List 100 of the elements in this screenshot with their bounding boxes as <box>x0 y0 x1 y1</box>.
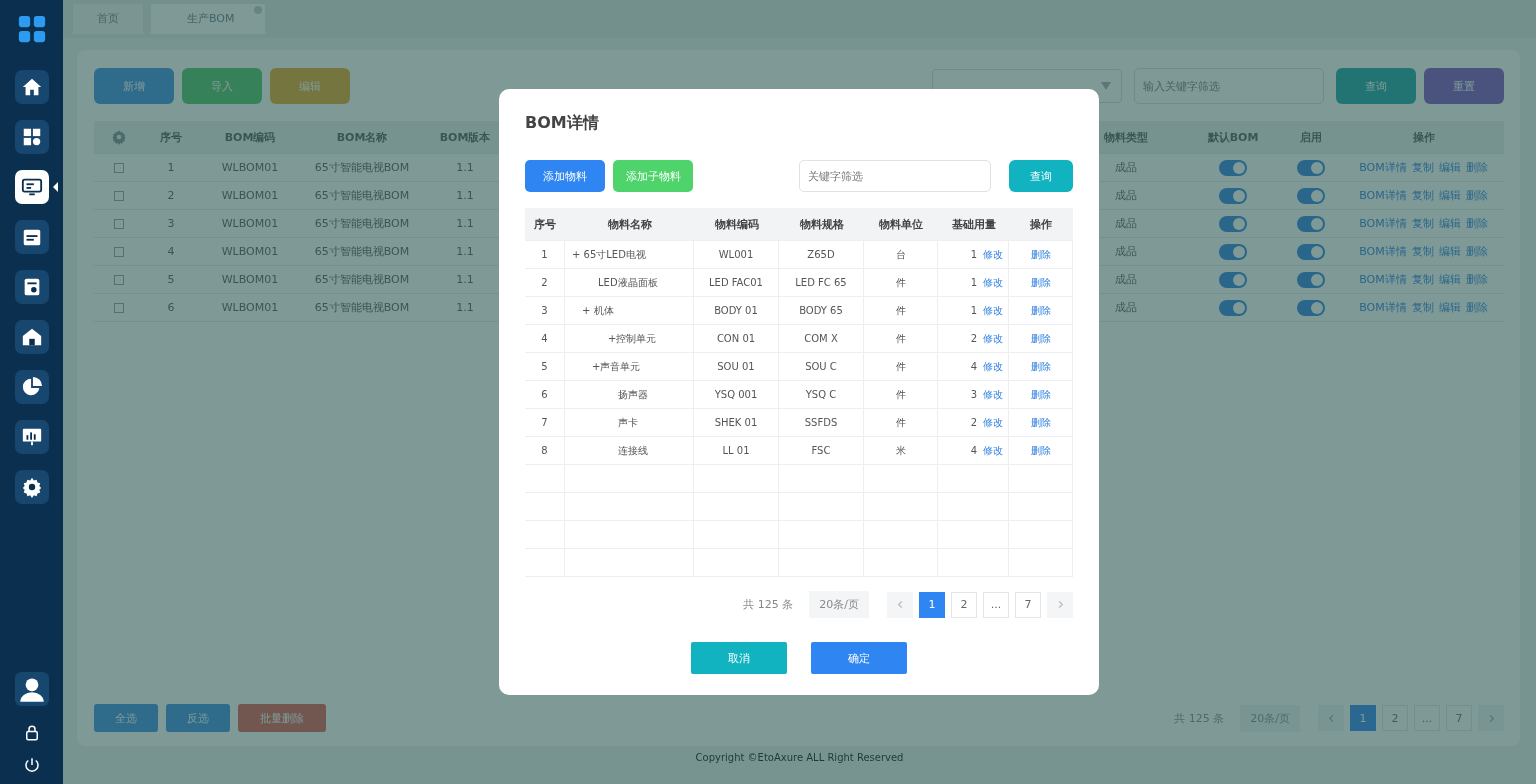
edit-link[interactable]: 修改 <box>983 247 1003 262</box>
settings-icon[interactable] <box>111 129 127 145</box>
previous-page-icon[interactable] <box>1326 713 1336 723</box>
total-count: 共 125 条 <box>743 597 794 612</box>
dialog-button[interactable]: 取消 <box>691 642 787 674</box>
row-action-link[interactable]: 编辑 <box>1438 244 1461 259</box>
toggle-switch[interactable] <box>1219 215 1247 232</box>
column-header: BOM编码 <box>223 129 277 145</box>
query-button[interactable]: 查询 <box>1009 160 1073 192</box>
delete-link[interactable]: 删除 <box>1030 275 1051 290</box>
tree-item[interactable]: 连接线 <box>572 443 648 458</box>
table-cell: YSQ 001 <box>694 381 779 408</box>
table-cell-text: 1.1 <box>455 273 475 286</box>
edit-link[interactable]: 修改 <box>983 387 1003 402</box>
page-button[interactable]: 7 <box>1446 705 1472 731</box>
power-icon[interactable] <box>22 756 41 774</box>
toggle-switch[interactable] <box>1296 299 1325 316</box>
row-action-link[interactable]: 复制 <box>1411 216 1434 231</box>
sidebar-item[interactable] <box>14 170 49 204</box>
delete-link[interactable]: 删除 <box>1030 331 1051 346</box>
sidebar-item[interactable] <box>14 370 49 404</box>
toggle-switch[interactable] <box>1296 243 1325 260</box>
toggle-switch[interactable] <box>1219 299 1247 316</box>
edit-link[interactable]: 修改 <box>983 331 1003 346</box>
row-checkbox[interactable] <box>114 190 124 201</box>
delete-link[interactable]: 删除 <box>1030 359 1051 374</box>
page-button[interactable]: ... <box>1414 705 1440 731</box>
column-header: 物料规格 <box>798 216 845 233</box>
edit-link[interactable]: 修改 <box>983 303 1003 318</box>
row-action-link[interactable]: 复制 <box>1411 272 1434 287</box>
row-action-link[interactable]: 编辑 <box>1438 272 1461 287</box>
toggle-switch[interactable] <box>1296 271 1325 288</box>
row-action-link[interactable]: 删除 <box>1465 160 1488 175</box>
row-action-link[interactable]: 编辑 <box>1438 160 1461 175</box>
toggle-switch[interactable] <box>1296 159 1325 176</box>
page-button[interactable]: 2 <box>1382 705 1408 731</box>
sidebar-item[interactable] <box>14 320 49 354</box>
row-action-link[interactable]: 复制 <box>1411 244 1434 259</box>
tree-item[interactable]: +声音单元 <box>572 359 641 374</box>
page-button[interactable]: 7 <box>1015 591 1041 618</box>
row-action-link[interactable]: 删除 <box>1465 300 1488 315</box>
add-button[interactable]: 添加子物料 <box>613 160 693 192</box>
toolbar-button[interactable]: 编辑 <box>270 68 350 104</box>
edit-link[interactable]: 修改 <box>983 359 1003 374</box>
toggle-switch[interactable] <box>1219 187 1247 204</box>
user-icon[interactable] <box>14 672 49 706</box>
dialog-button[interactable]: 确定 <box>811 642 907 674</box>
delete-link[interactable]: 删除 <box>1030 443 1051 458</box>
row-action-link[interactable]: 删除 <box>1465 244 1488 259</box>
tree-item[interactable]: 扬声器 <box>572 387 648 402</box>
toggle-switch[interactable] <box>1219 243 1247 260</box>
page-button[interactable]: ... <box>983 591 1009 618</box>
sidebar-item[interactable] <box>14 470 49 504</box>
page-size-select[interactable]: 20条/页 <box>809 591 869 618</box>
add-button[interactable]: 添加物料 <box>525 160 605 192</box>
search-field[interactable]: 关键字筛选 <box>799 160 991 192</box>
tree-item[interactable]: + 65寸LED电视 <box>572 247 646 262</box>
delete-link[interactable]: 删除 <box>1030 247 1051 262</box>
tree-item[interactable]: 声卡 <box>572 415 638 430</box>
toolbar-button[interactable]: 新增 <box>94 68 174 104</box>
page-button[interactable]: 1 <box>1350 705 1376 731</box>
tree-item[interactable]: + 机体 <box>572 303 614 318</box>
toggle-switch[interactable] <box>1296 187 1325 204</box>
edit-link[interactable]: 修改 <box>983 443 1003 458</box>
tree-item[interactable]: LED液晶面板 <box>572 275 658 290</box>
delete-link[interactable]: 删除 <box>1030 303 1051 318</box>
row-action-link[interactable]: 删除 <box>1465 272 1488 287</box>
delete-link[interactable]: 删除 <box>1030 387 1051 402</box>
previous-page-icon[interactable] <box>895 600 905 609</box>
table-cell: LL 01 <box>694 437 779 464</box>
toggle-switch[interactable] <box>1296 215 1325 232</box>
bulk-button[interactable]: 反选 <box>166 704 230 732</box>
sidebar-item[interactable] <box>14 70 49 104</box>
sidebar-item[interactable] <box>14 270 49 304</box>
row-checkbox[interactable] <box>114 218 124 229</box>
toggle-switch[interactable] <box>1219 159 1247 176</box>
toolbar-button[interactable]: 查询 <box>1336 68 1416 104</box>
row-action-link[interactable]: 删除 <box>1465 188 1488 203</box>
row-action-link[interactable]: 编辑 <box>1438 216 1461 231</box>
row-action-link[interactable]: 编辑 <box>1438 188 1461 203</box>
row-action-link[interactable]: 复制 <box>1411 300 1434 315</box>
row-action-link[interactable]: 删除 <box>1465 216 1488 231</box>
row-action-link[interactable]: 复制 <box>1411 160 1434 175</box>
bulk-button[interactable]: 全选 <box>94 704 158 732</box>
toggle-switch[interactable] <box>1219 271 1247 288</box>
page-button[interactable]: 1 <box>919 591 945 618</box>
row-action-link[interactable]: 编辑 <box>1438 300 1461 315</box>
edit-link[interactable]: 修改 <box>983 415 1003 430</box>
row-action-link[interactable]: 复制 <box>1411 188 1434 203</box>
row-checkbox[interactable] <box>114 274 124 285</box>
page-button[interactable]: 2 <box>951 591 977 618</box>
sidebar-item[interactable] <box>14 220 49 254</box>
row-checkbox[interactable] <box>114 302 124 313</box>
tree-item[interactable]: +控制单元 <box>572 331 657 346</box>
sidebar-item[interactable] <box>14 420 49 454</box>
sidebar-item[interactable] <box>14 120 49 154</box>
edit-link[interactable]: 修改 <box>983 275 1003 290</box>
delete-link[interactable]: 删除 <box>1030 415 1051 430</box>
row-checkbox[interactable] <box>114 162 124 173</box>
row-checkbox[interactable] <box>114 246 124 257</box>
